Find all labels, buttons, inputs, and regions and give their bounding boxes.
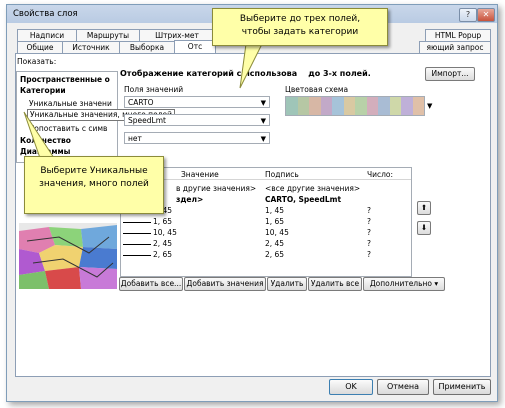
callout-select-unique-values: Выберите Уникальные значения, много поле… <box>24 156 164 214</box>
callout-select-fields: Выберите до трех полей, чтобы задать кат… <box>212 8 388 46</box>
